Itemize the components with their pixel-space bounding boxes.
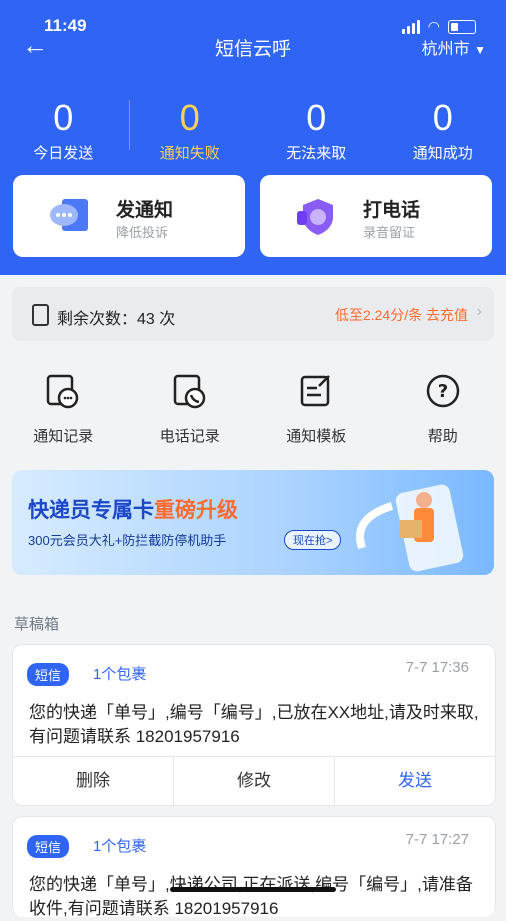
draft-actions: 删除 修改 发送 — [13, 756, 495, 805]
banner-subtitle: 300元会员大礼+防拦截防停机助手 — [28, 530, 226, 549]
template-icon — [297, 372, 335, 410]
send-notice-card[interactable]: 发通知 降低投诉 — [13, 175, 245, 257]
stat-num: 0 — [380, 96, 506, 140]
sms-tag: 短信 — [27, 663, 69, 686]
stat-fail[interactable]: 0通知失败 — [127, 96, 254, 166]
stat-today[interactable]: 0今日发送 — [0, 96, 127, 166]
stat-label: 通知成功 — [380, 142, 506, 163]
edit-button[interactable]: 修改 — [174, 757, 335, 805]
stat-label: 通知失败 — [127, 142, 254, 163]
notice-record-icon — [44, 372, 82, 410]
delete-button[interactable]: 删除 — [13, 757, 174, 805]
draft-time: 7-7 17:27 — [406, 831, 469, 848]
drafts-title: 草稿箱 — [14, 613, 59, 634]
package-count: 1个包裹 — [93, 835, 146, 856]
package-count: 1个包裹 — [93, 663, 146, 684]
function-grid: 通知记录 电话记录 通知模板 ? 帮助 — [0, 372, 506, 446]
svg-text:?: ? — [438, 381, 448, 402]
stat-num: 0 — [253, 96, 380, 140]
grid-label: 电话记录 — [127, 425, 254, 446]
stat-success[interactable]: 0通知成功 — [380, 96, 506, 166]
make-call-card[interactable]: 打电话 录音留证 — [260, 175, 492, 257]
chevron-right-icon: › — [477, 303, 482, 321]
stat-label: 今日发送 — [0, 142, 127, 163]
card-title: 打电话 — [363, 195, 420, 222]
draft-card[interactable]: 短信 1个包裹 7-7 17:36 您的快递「单号」,编号「编号」,已放在XX地… — [12, 644, 496, 806]
banner-grab-button[interactable]: 现在抢> — [284, 530, 341, 550]
stat-label: 无法来取 — [253, 142, 380, 163]
courier-illustration — [342, 478, 492, 573]
draft-message: 您的快递「单号」,编号「编号」,已放在XX地址,请及时来取,有问题请联系 182… — [29, 701, 479, 749]
grid-item-help[interactable]: ? 帮助 — [380, 372, 506, 446]
stat-num: 0 — [0, 96, 127, 140]
home-indicator[interactable] — [170, 887, 336, 892]
caret-down-icon: ▼ — [474, 43, 486, 57]
draft-message: 您的快递「单号」,快递公司,正在派送,编号「编号」,请准备收件,有问题请联系 1… — [29, 873, 479, 921]
grid-item-notice-record[interactable]: 通知记录 — [0, 372, 127, 446]
card-subtitle: 录音留证 — [363, 222, 415, 241]
grid-label: 通知模板 — [253, 425, 380, 446]
remaining-count-bar[interactable]: 剩余次数：43 次 低至2.24分/条 去充值 › — [12, 287, 494, 341]
nav-bar: ← 短信云呼 杭州市 ▼ — [0, 30, 506, 62]
card-subtitle: 降低投诉 — [116, 222, 168, 241]
stat-unable[interactable]: 0无法来取 — [253, 96, 380, 166]
help-icon: ? — [424, 372, 462, 410]
city-label: 杭州市 — [422, 41, 470, 58]
message-icon — [48, 195, 94, 237]
call-record-icon — [171, 372, 209, 410]
sms-tag: 短信 — [27, 835, 69, 858]
recharge-promo[interactable]: 低至2.24分/条 去充值 — [335, 305, 468, 325]
banner-title-b: 重磅升级 — [154, 499, 238, 522]
draft-card[interactable]: 短信 1个包裹 7-7 17:27 您的快递「单号」,快递公司,正在派送,编号「… — [12, 816, 496, 917]
phone-icon — [32, 304, 49, 326]
grid-label: 帮助 — [380, 425, 506, 446]
grid-label: 通知记录 — [0, 425, 127, 446]
stats-row: 0今日发送 0通知失败 0无法来取 0通知成功 — [0, 96, 506, 166]
send-button[interactable]: 发送 — [335, 757, 495, 805]
banner-title-a: 快递员专属卡 — [28, 499, 154, 522]
promo-banner[interactable]: 快递员专属卡重磅升级 300元会员大礼+防拦截防停机助手 现在抢> — [12, 470, 494, 575]
grid-item-template[interactable]: 通知模板 — [253, 372, 380, 446]
city-selector[interactable]: 杭州市 ▼ — [422, 35, 486, 59]
header-panel: 11:49 ◠ ← 短信云呼 杭州市 ▼ 0今日发送 0通知失败 0无法来取 0… — [0, 0, 506, 275]
remaining-label: 剩余次数：43 次 — [57, 305, 175, 329]
draft-time: 7-7 17:36 — [406, 659, 469, 676]
banner-title: 快递员专属卡重磅升级 — [28, 494, 238, 524]
card-title: 发通知 — [116, 195, 173, 222]
shield-phone-icon — [295, 195, 341, 237]
stat-num: 0 — [127, 96, 254, 140]
grid-item-call-record[interactable]: 电话记录 — [127, 372, 254, 446]
